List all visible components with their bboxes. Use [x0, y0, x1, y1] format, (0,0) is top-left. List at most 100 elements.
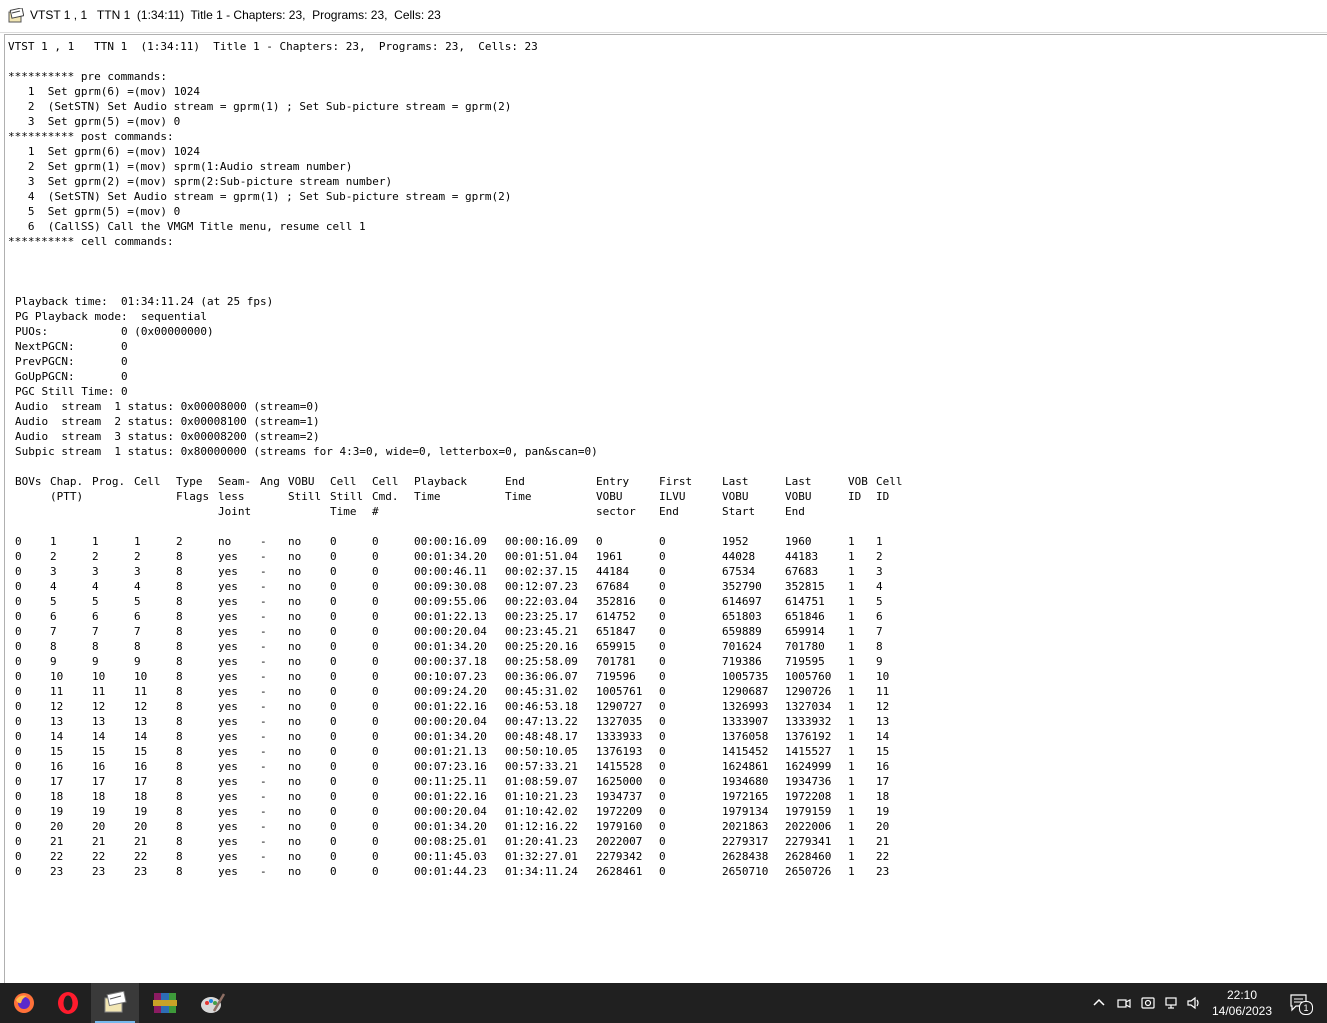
table-cell: -	[260, 835, 267, 848]
table-cell: 0	[330, 835, 337, 848]
table-row: 0 17 17 17 8 yes - no 0 0 00:11:25.11 01:08:59.07 16…	[15, 774, 911, 789]
table-cell: no	[288, 775, 302, 788]
table-cell: 1	[848, 850, 855, 863]
table-cell: 0	[15, 565, 22, 578]
table-cell: yes	[218, 865, 238, 878]
table-cell: 1415452	[722, 745, 769, 758]
chevron-up-icon[interactable]	[1091, 995, 1107, 1011]
table-cell: 1	[92, 535, 99, 548]
table-cell: 1	[848, 835, 855, 848]
table-cell: 9	[92, 655, 99, 668]
table-cell: 651847	[596, 625, 636, 638]
table-cell: 5	[876, 595, 883, 608]
table-cell: no	[288, 565, 302, 578]
table-row: 0 5 5 5 8 yes - no 0 0 00:09:55.06 00:22:03.04 35281…	[15, 594, 911, 609]
table-cell: 1972208	[785, 790, 832, 803]
table-cell: 00:00:20.04	[414, 715, 487, 728]
camera-app-icon[interactable]	[1140, 995, 1156, 1011]
table-cell: 8	[176, 730, 183, 743]
column-header: Prog.	[92, 475, 126, 488]
table-cell: 8	[176, 685, 183, 698]
table-cell: 0	[372, 760, 379, 773]
table-cell: no	[288, 835, 302, 848]
table-cell: 8	[50, 640, 57, 653]
cells-table: BOVs Chap. (PTT) Prog. Cell Type Flags Seam- …	[15, 474, 911, 879]
ifoedit-app-icon	[8, 8, 24, 23]
table-cell: no	[288, 535, 302, 548]
table-cell: 0	[15, 790, 22, 803]
table-cell: 14	[134, 730, 148, 743]
table-cell: 20	[92, 820, 106, 833]
table-row: 0 12 12 12 8 yes - no 0 0 00:01:22.16 00:46:53.18 12…	[15, 699, 911, 714]
content-pane[interactable]: VTST 1 , 1 TTN 1 (1:34:11) Title 1 - Cha…	[4, 34, 1327, 983]
table-cell: -	[260, 760, 267, 773]
table-cell: yes	[218, 640, 238, 653]
column-header: Last VOBU Start	[722, 475, 756, 518]
table-cell: 8	[176, 835, 183, 848]
table-cell: 44184	[596, 565, 630, 578]
table-cell: 1960	[785, 535, 812, 548]
table-cell: 00:08:25.01	[414, 835, 487, 848]
table-cell: 8	[176, 625, 183, 638]
table-cell: 8	[176, 550, 183, 563]
table-cell: 659915	[596, 640, 636, 653]
table-cell: no	[218, 535, 232, 548]
table-cell: 0	[15, 820, 22, 833]
taskbar-app-opera[interactable]	[44, 983, 92, 1023]
table-cell: 22	[92, 850, 106, 863]
table-cell: 22	[134, 850, 148, 863]
table-cell: 0	[372, 595, 379, 608]
table-cell: 0	[330, 685, 337, 698]
table-cell: 1	[848, 805, 855, 818]
table-cell: 5	[92, 595, 99, 608]
table-cell: 0	[659, 865, 666, 878]
table-cell: 614751	[785, 595, 825, 608]
table-cell: 1333933	[596, 730, 643, 743]
table-cell: 0	[15, 730, 22, 743]
table-cell: 00:25:20.16	[505, 640, 578, 653]
taskbar-app-ifoedit[interactable]	[91, 983, 139, 1023]
table-cell: -	[260, 700, 267, 713]
taskbar-app-winrar[interactable]	[141, 983, 189, 1023]
table-cell: 8	[176, 565, 183, 578]
table-row: 0 1 1 1 2 no - no 0 0 00:00:16.09 00:00:16.09 0 0 1952…	[15, 534, 911, 549]
network-icon[interactable]	[1164, 995, 1180, 1011]
table-cell: 22	[50, 850, 64, 863]
table-cell: 4	[134, 580, 141, 593]
notification-count-badge: 1	[1299, 1001, 1313, 1015]
table-cell: 0	[15, 580, 22, 593]
table-cell: 21	[50, 835, 64, 848]
table-cell: 659914	[785, 625, 825, 638]
table-cell: 00:09:30.08	[414, 580, 487, 593]
window-title-bar[interactable]: VTST 1 , 1 TTN 1 (1:34:11) Title 1 - Cha…	[0, 0, 1327, 33]
table-cell: 0	[15, 700, 22, 713]
table-row: 0 22 22 22 8 yes - no 0 0 00:11:45.03 01:32:27.01 22…	[15, 849, 911, 864]
table-cell: 3	[50, 565, 57, 578]
table-cell: 1	[848, 745, 855, 758]
taskbar-clock[interactable]: 22:10 14/06/2023	[1206, 987, 1278, 1019]
table-cell: 13	[876, 715, 890, 728]
table-cell: 0	[659, 625, 666, 638]
taskbar-app-paint[interactable]	[189, 983, 237, 1023]
column-header: VOBU Still	[288, 475, 322, 503]
table-cell: 13	[92, 715, 106, 728]
column-header: Seam- less Joint	[218, 475, 252, 518]
table-cell: 8	[176, 865, 183, 878]
table-cell: 0	[659, 565, 666, 578]
table-cell: 00:48:48.17	[505, 730, 578, 743]
table-cell: 0	[330, 760, 337, 773]
table-cell: 1624999	[785, 760, 832, 773]
table-row: 0 8 8 8 8 yes - no 0 0 00:01:34.20 00:25:20.16 65991…	[15, 639, 911, 654]
meet-now-icon[interactable]	[1116, 995, 1132, 1011]
table-cell: 6	[134, 610, 141, 623]
taskbar-app-firefox[interactable]	[0, 983, 48, 1023]
notification-center-icon[interactable]: 1	[1289, 993, 1313, 1015]
table-cell: 1624861	[722, 760, 769, 773]
volume-icon[interactable]	[1186, 995, 1202, 1011]
table-cell: 0	[15, 745, 22, 758]
table-cell: 0	[372, 865, 379, 878]
table-cell: 11	[134, 685, 148, 698]
table-cell: 00:01:34.20	[414, 820, 487, 833]
table-cell: 0	[659, 685, 666, 698]
table-cell: 1327035	[596, 715, 643, 728]
